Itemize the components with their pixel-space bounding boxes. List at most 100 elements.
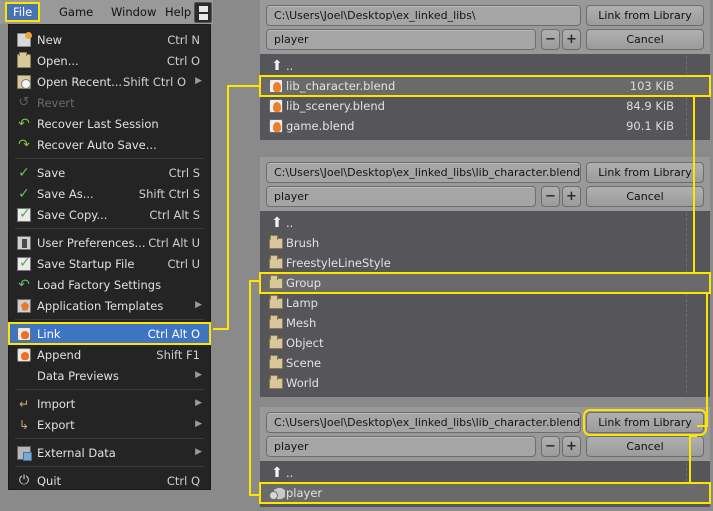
editor-type-icon[interactable]	[194, 2, 212, 23]
menu-item-label: Recover Auto Save...	[37, 137, 157, 152]
name-row: player − + Cancel	[266, 436, 704, 457]
menu-separator	[15, 389, 204, 390]
menu-item-shortcut: Shift Ctrl S	[138, 186, 200, 201]
menu-item-label: User Preferences...	[37, 235, 146, 250]
decrement-button[interactable]: −	[541, 186, 560, 207]
file-list-item[interactable]: FreestyleLineStyle	[260, 253, 710, 273]
name-input[interactable]: player	[266, 186, 536, 207]
file-list-item[interactable]: Object	[260, 333, 710, 353]
folder-icon	[268, 235, 286, 251]
file-list-item[interactable]: ⬆..	[260, 463, 710, 483]
path-input[interactable]: C:\Users\Joel\Desktop\ex_linked_libs\	[266, 5, 581, 26]
cancel-button[interactable]: Cancel	[586, 186, 704, 207]
path-input[interactable]: C:\Users\Joel\Desktop\ex_linked_libs\lib…	[266, 162, 581, 183]
menubar-item-file[interactable]: File	[4, 2, 41, 22]
menu-separator	[15, 438, 204, 439]
menu-separator	[15, 466, 204, 467]
increment-button[interactable]: +	[562, 186, 581, 207]
file-list-item[interactable]: ⬆..	[260, 213, 710, 233]
external-data-icon	[15, 445, 34, 461]
file-list-item[interactable]: Group	[259, 272, 711, 294]
file-list-item-name: Brush	[286, 236, 320, 250]
menu-item-shortcut: Ctrl N	[167, 32, 200, 47]
link-icon	[15, 326, 34, 342]
menu-item-application-templates[interactable]: Application Templates ▶	[9, 295, 210, 316]
screenshot-root: File Game Window Help New Ctrl N Open... Ct…	[0, 0, 713, 511]
link-from-library-button[interactable]: Link from Library	[583, 409, 707, 436]
file-list-item[interactable]: player	[259, 482, 711, 504]
file-list-item-name: Scene	[286, 356, 322, 370]
menu-item-label: Import	[37, 396, 76, 411]
menu-item-export[interactable]: ↳ Export ▶	[9, 414, 210, 435]
cancel-button[interactable]: Cancel	[586, 29, 704, 50]
file-list-item-size: 103 KiB	[629, 79, 674, 93]
menubar-item-game[interactable]: Game	[52, 3, 100, 21]
menu-item-open-recent[interactable]: Open Recent... Shift Ctrl O ▶	[9, 71, 210, 92]
menubar-item-window[interactable]: Window	[104, 3, 163, 21]
power-icon: ⏻	[18, 472, 30, 488]
file-list-item[interactable]: lib_scenery.blend 84.9 KiB	[260, 96, 710, 116]
menubar-item-help[interactable]: Help	[158, 3, 198, 21]
revert-icon: ↺	[18, 94, 30, 110]
link-from-library-button[interactable]: Link from Library	[586, 5, 704, 26]
path-row: C:\Users\Joel\Desktop\ex_linked_libs\ Lin…	[266, 5, 704, 26]
file-browser-header: C:\Users\Joel\Desktop\ex_linked_libs\ Lin…	[260, 0, 710, 54]
file-list-item[interactable]: ⬆..	[260, 56, 710, 76]
menu-item-import[interactable]: ↵ Import ▶	[9, 393, 210, 414]
file-list-item[interactable]: lib_character.blend 103 KiB	[259, 75, 711, 97]
open-folder-icon	[15, 51, 34, 69]
path-row: C:\Users\Joel\Desktop\ex_linked_libs\lib…	[266, 162, 704, 183]
menu-item-append[interactable]: Append Shift F1	[9, 344, 210, 365]
name-input[interactable]: player	[266, 29, 536, 50]
menu-item-data-previews[interactable]: Data Previews ▶	[9, 365, 210, 386]
check-icon: ✓	[18, 164, 30, 181]
menu-item-recover-auto-save[interactable]: ↷ Recover Auto Save...	[9, 134, 210, 155]
file-list-item[interactable]: Brush	[260, 233, 710, 253]
decrement-button[interactable]: −	[541, 436, 560, 457]
path-input[interactable]: C:\Users\Joel\Desktop\ex_linked_libs\lib…	[266, 412, 581, 433]
file-list-item[interactable]: Lamp	[260, 293, 710, 313]
file-list-item-name: Mesh	[286, 316, 317, 330]
file-list-item[interactable]: game.blend 90.1 KiB	[260, 116, 710, 136]
menu-item-external-data[interactable]: External Data ▶	[9, 442, 210, 463]
menu-item-recover-last-session[interactable]: ↶ Recover Last Session	[9, 113, 210, 134]
menu-item-link[interactable]: Link Ctrl Alt O	[8, 322, 211, 345]
menu-item-save-as[interactable]: ✓ Save As... Shift Ctrl S	[9, 183, 210, 204]
file-list-item-name: Group	[286, 276, 322, 290]
chevron-right-icon: ▶	[195, 447, 202, 457]
menu-item-save[interactable]: ✓ Save Ctrl S	[9, 162, 210, 183]
menu-item-label: Quit	[37, 473, 62, 488]
file-list-item[interactable]: Mesh	[260, 313, 710, 333]
folder-icon	[268, 315, 286, 331]
menu-item-user-preferences[interactable]: User Preferences... Ctrl Alt U	[9, 232, 210, 253]
chevron-right-icon: ▶	[195, 419, 202, 429]
file-list-item-name: Lamp	[286, 296, 318, 310]
menu-item-label: Save	[37, 165, 66, 180]
cancel-button[interactable]: Cancel	[586, 436, 704, 457]
file-list-item[interactable]: World	[260, 373, 710, 393]
menu-item-save-startup-file[interactable]: Save Startup File Ctrl U	[9, 253, 210, 274]
file-list-item-name: ..	[286, 216, 294, 230]
folder-icon	[268, 335, 286, 351]
increment-button[interactable]: +	[562, 436, 581, 457]
menu-item-open[interactable]: Open... Ctrl O	[9, 50, 210, 71]
menu-item-new[interactable]: New Ctrl N	[9, 29, 210, 50]
file-list-item[interactable]: Scene	[260, 353, 710, 373]
new-file-icon	[15, 31, 34, 48]
menu-item-save-copy[interactable]: Save Copy... Ctrl Alt S	[9, 204, 210, 225]
menu-item-revert: ↺ Revert	[9, 92, 210, 113]
chevron-right-icon: ▶	[195, 398, 202, 408]
menu-item-label: Save Copy...	[37, 207, 108, 222]
menu-item-label: Append	[37, 347, 82, 362]
link-from-library-button[interactable]: Link from Library	[586, 162, 704, 183]
check-box-icon	[15, 206, 34, 223]
decrement-button[interactable]: −	[541, 29, 560, 50]
name-input[interactable]: player	[266, 436, 536, 457]
blend-file-icon	[268, 78, 286, 94]
increment-button[interactable]: +	[562, 29, 581, 50]
file-list-item-name: player	[286, 486, 323, 500]
menu-item-quit[interactable]: ⏻ Quit Ctrl Q	[9, 470, 210, 491]
file-browser-3: C:\Users\Joel\Desktop\ex_linked_libs\lib…	[259, 407, 711, 507]
append-icon	[15, 347, 34, 363]
menu-item-load-factory-settings[interactable]: ↶ Load Factory Settings	[9, 274, 210, 295]
